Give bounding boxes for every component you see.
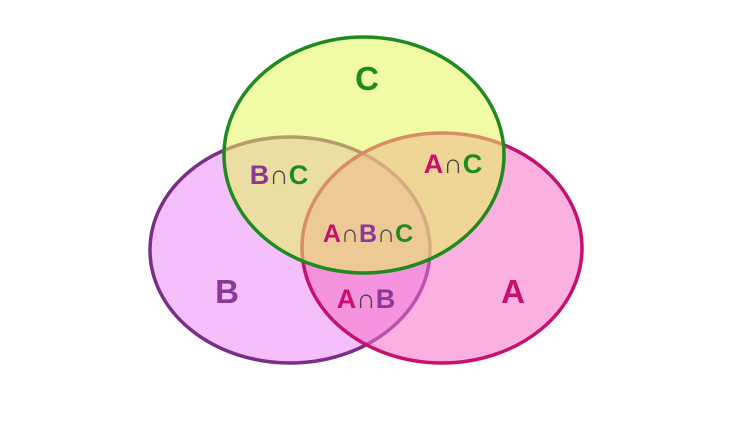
b-and-c-label: B∩C: [250, 160, 309, 190]
a-and-b-and-c-label: A∩B∩C: [323, 220, 413, 248]
b-and-c-right: C: [289, 160, 309, 190]
a-and-c-left: A: [424, 149, 444, 179]
intersection-symbol: ∩: [356, 284, 376, 314]
a-and-b-label: A∩B: [337, 284, 396, 314]
a-and-c-right: C: [463, 149, 483, 179]
b-and-c-left: B: [250, 160, 270, 190]
set-a-label: A: [501, 273, 525, 310]
intersection-symbol: ∩: [341, 220, 359, 248]
intersection-symbol: ∩: [443, 149, 463, 179]
a-and-c-label: A∩C: [424, 149, 483, 179]
a-and-b-right: B: [376, 284, 396, 314]
intersection-symbol: ∩: [269, 160, 289, 190]
intersection-symbol: ∩: [377, 220, 395, 248]
set-c-label: C: [355, 60, 379, 97]
a-and-b-left: A: [337, 284, 357, 314]
set-b-label: B: [215, 273, 239, 310]
venn-svg: C B A B∩C A∩C A∩B∩C A∩B: [148, 35, 584, 365]
a-and-b-and-c-third: C: [395, 220, 413, 248]
a-and-b-and-c-second: B: [359, 220, 377, 248]
a-and-b-and-c-first: A: [323, 220, 341, 248]
venn-diagram: C B A B∩C A∩C A∩B∩C A∩B: [0, 0, 750, 421]
